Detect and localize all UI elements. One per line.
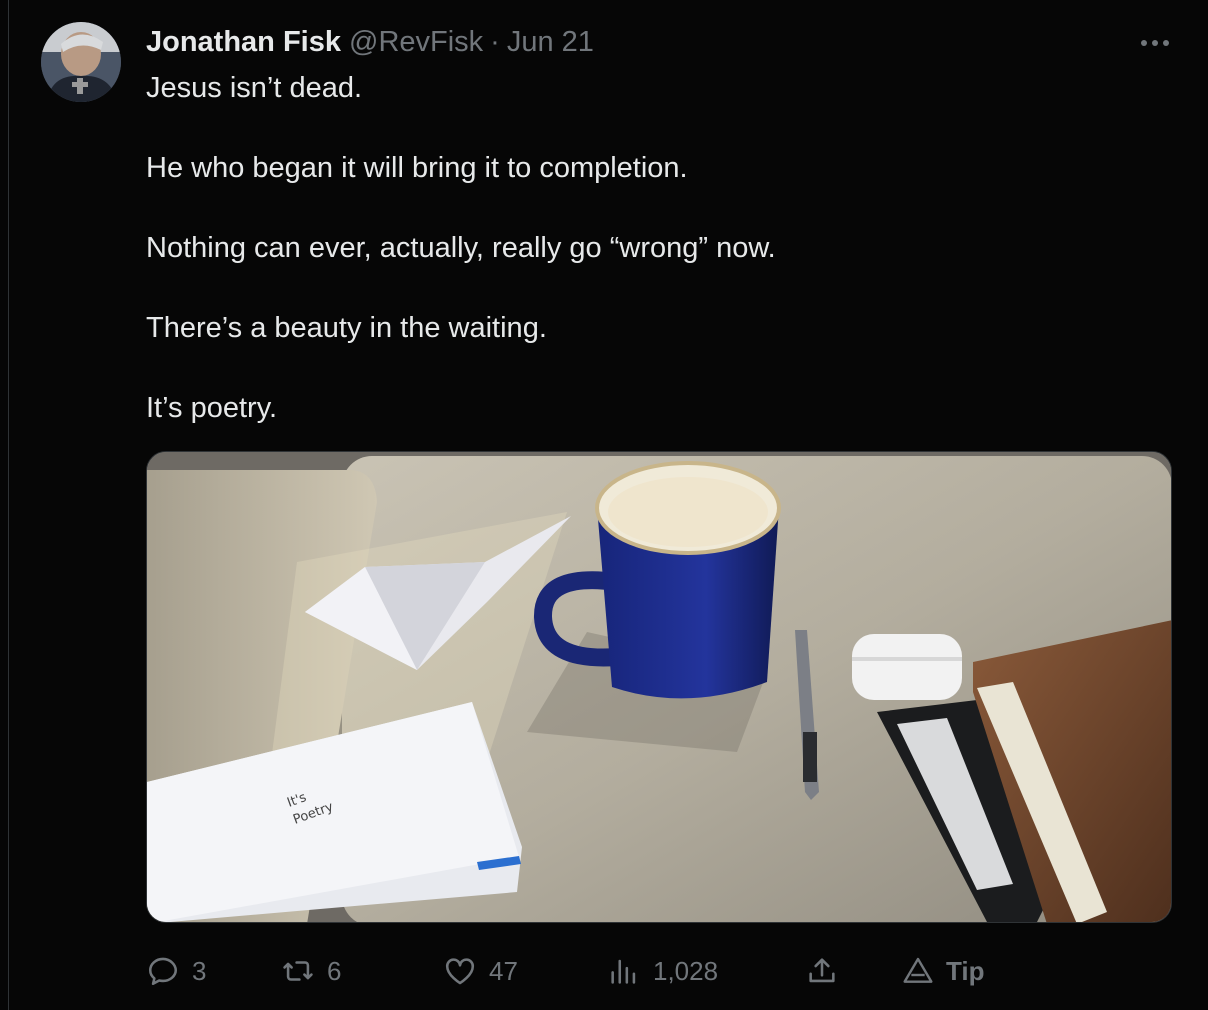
tweet-paragraph: Nothing can ever, actually, really go “w… [146,232,776,264]
tip-icon [903,957,933,983]
more-horizontal-icon [1141,40,1169,46]
heart-icon [445,958,475,985]
tweet-actions: 3 6 47 1,028 Tip [146,946,1176,996]
author-name[interactable]: Jonathan Fisk [146,24,341,60]
tweet-date[interactable]: Jun 21 [507,24,594,60]
tweet-paragraph: There’s a beauty in the waiting. [146,312,547,344]
tweet-text: Jesus isn’t dead. He who began it will b… [146,68,1166,428]
reply-button[interactable]: 3 [146,946,206,996]
retweet-icon [283,961,313,981]
tip-button[interactable]: Tip [902,946,985,996]
like-count: 47 [489,955,518,986]
more-button[interactable] [1134,26,1176,60]
timeline-divider [8,0,9,1010]
reply-count: 3 [192,955,207,986]
header-separator: · [490,26,500,58]
share-icon [809,958,835,983]
share-button[interactable] [805,946,839,996]
tweet-paragraph: It’s poetry. [146,392,278,424]
views-chart-icon [611,959,636,984]
tip-label: Tip [946,955,985,986]
retweet-button[interactable]: 6 [281,946,341,996]
tweet-container[interactable]: Jonathan Fisk @RevFisk · Jun 21 Jesus is… [0,0,1208,1010]
views-count: 1,028 [653,955,719,986]
tweet-paragraph: Jesus isn’t dead. [146,72,363,104]
author-handle[interactable]: @RevFisk [349,24,483,60]
tweet-photo[interactable]: It's Poetry [146,451,1172,923]
avatar[interactable] [41,22,121,102]
like-button[interactable]: 47 [443,946,518,996]
reply-icon [148,957,178,986]
views-button[interactable]: 1,028 [607,946,718,996]
retweet-count: 6 [327,955,342,986]
tweet-header: Jonathan Fisk @RevFisk · Jun 21 [146,24,594,64]
tweet-paragraph: He who began it will bring it to complet… [146,152,688,184]
